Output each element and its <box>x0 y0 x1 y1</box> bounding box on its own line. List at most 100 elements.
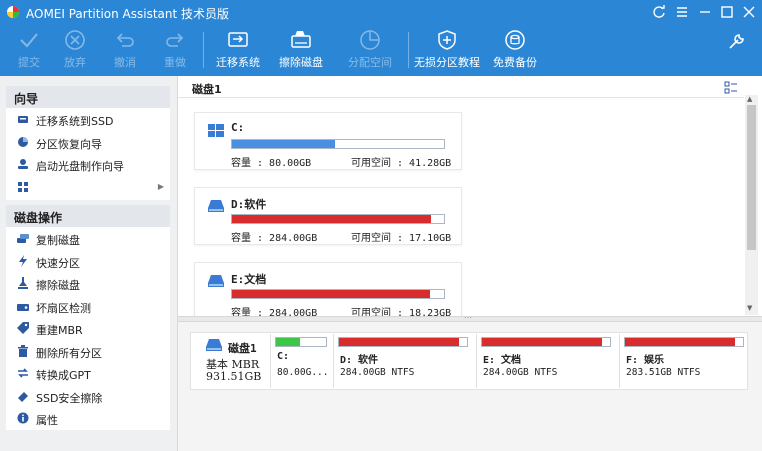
sidebar-item-copy-disk[interactable]: 复制磁盘 <box>6 227 170 250</box>
sidebar-item-bad-sector-check[interactable]: 坏扇区检测 <box>6 295 170 318</box>
backup-icon <box>505 30 525 50</box>
sidebar-item-convert-gpt[interactable]: 转换成GPT <box>6 362 170 385</box>
map-usage-bar <box>338 337 468 347</box>
partition-usage-fill <box>232 290 431 298</box>
migrate-os-button[interactable]: 迁移系统 <box>209 26 267 74</box>
disk-list-header: 磁盘1 <box>178 76 744 98</box>
sidebar-item-bootdisk[interactable]: 启动光盘制作向导 <box>6 153 170 176</box>
scrollbar-thumb[interactable] <box>747 105 756 250</box>
tag-icon <box>17 322 29 334</box>
drive-icon <box>208 275 224 287</box>
partition-name: D:软件 <box>231 198 267 211</box>
toolbar: 提交 放弃 撤消 重做 迁移系统 擦除磁盘 分配空间 无损分区教程 免费备份 <box>0 24 762 76</box>
ssd-migrate-icon <box>18 116 28 123</box>
partition-capacity: 容量 : 80.00GB <box>231 158 312 169</box>
map-partition-name: E: 文档 <box>483 355 522 366</box>
partition-card-e[interactable]: E:文档 容量 : 284.00GB 可用空间 : 18.23GB <box>194 262 462 320</box>
eraser-icon <box>18 391 28 402</box>
partition-usage-bar <box>231 214 445 224</box>
partition-capacity: 容量 : 284.00GB <box>231 233 318 244</box>
disk-list-scrollbar[interactable]: ▲ ▼ <box>745 95 758 315</box>
sidebar-item-delete-all-partitions[interactable]: 删除所有分区 <box>6 340 170 363</box>
partition-free-space: 可用空间 : 17.10GB <box>351 233 452 244</box>
drive-icon <box>206 339 222 351</box>
sidebar-item-wipe-disk[interactable]: 擦除磁盘 <box>6 272 170 295</box>
recover-icon <box>18 136 28 147</box>
partition-name: C: <box>231 121 245 134</box>
map-partition-info: 284.00GB NTFS <box>483 367 558 378</box>
lossless-tutorial-button[interactable]: 无损分区教程 <box>414 26 480 74</box>
map-partition-c[interactable]: C: 80.00G... <box>270 334 330 388</box>
map-partition-e[interactable]: E: 文档 284.00GB NTFS <box>476 334 615 388</box>
windows-icon <box>208 124 224 137</box>
toolbar-separator <box>408 32 409 68</box>
allocate-space-button[interactable]: 分配空间 <box>341 26 399 74</box>
sidebar-item-properties[interactable]: 属性 <box>6 407 170 430</box>
map-usage-bar <box>275 337 327 347</box>
check-icon <box>20 33 38 48</box>
scroll-down-icon[interactable]: ▼ <box>747 304 752 312</box>
migrate-disk-icon <box>228 32 248 47</box>
view-toggle-icon[interactable] <box>724 81 738 95</box>
maximize-icon[interactable] <box>718 3 736 21</box>
apps-grid-icon <box>18 181 28 192</box>
map-partition-name: C: <box>277 351 290 362</box>
disk-operations-section-title: 磁盘操作 <box>6 205 170 227</box>
bootdisk-icon <box>18 159 28 169</box>
partition-name: E:文档 <box>231 273 267 286</box>
wizard-section-title: 向导 <box>6 86 170 108</box>
sidebar-item-more-apps[interactable]: ▶ <box>6 176 170 199</box>
wizard-section: 迁移系统到SSD 分区恢复向导 启动光盘制作向导 ▶ <box>6 108 170 200</box>
cancel-icon <box>65 30 85 50</box>
redo-icon <box>166 33 184 47</box>
menu-icon[interactable] <box>673 3 691 21</box>
map-usage-bar <box>624 337 744 347</box>
sidebar-item-partition-recovery[interactable]: 分区恢复向导 <box>6 131 170 154</box>
partition-free-space: 可用空间 : 41.28GB <box>351 158 452 169</box>
map-partition-name: D: 软件 <box>340 355 379 366</box>
title-bar: AOMEI Partition Assistant 技术员版 <box>0 0 762 24</box>
disk-info[interactable]: 磁盘1 基本 MBR 931.51GB <box>196 336 268 388</box>
partition-card-d[interactable]: D:软件 容量 : 284.00GB 可用空间 : 17.10GB <box>194 187 462 245</box>
sidebar-item-rebuild-mbr[interactable]: 重建MBR <box>6 317 170 340</box>
minimize-icon[interactable] <box>696 3 714 21</box>
splitter-grip-icon: ⋯ <box>464 313 472 322</box>
bad-sector-icon <box>17 303 29 311</box>
shield-icon <box>438 30 456 50</box>
partition-usage-fill <box>232 215 432 223</box>
sidebar-item-migrate-ssd[interactable]: 迁移系统到SSD <box>6 108 170 131</box>
sidebar-item-ssd-secure-erase[interactable]: SSD安全擦除 <box>6 385 170 408</box>
partition-card-c[interactable]: C: 容量 : 80.00GB 可用空间 : 41.28GB <box>194 112 462 170</box>
disk-size: 931.51GB <box>206 370 262 383</box>
undo-icon <box>116 33 134 47</box>
wipe-disk-button[interactable]: 擦除磁盘 <box>272 26 330 74</box>
redo-button[interactable]: 重做 <box>146 26 204 74</box>
copy-disk-icon <box>17 234 29 243</box>
map-usage-fill <box>625 338 735 346</box>
free-backup-button[interactable]: 免费备份 <box>486 26 544 74</box>
tools-icon[interactable] <box>726 30 748 52</box>
sidebar-item-quick-partition[interactable]: 快速分区 <box>6 250 170 273</box>
scroll-up-icon[interactable]: ▲ <box>747 95 752 103</box>
pie-icon <box>360 30 380 50</box>
refresh-icon[interactable] <box>650 3 668 21</box>
window-title: AOMEI Partition Assistant 技术员版 <box>26 7 230 21</box>
map-partition-info: 284.00GB NTFS <box>340 367 415 378</box>
lightning-icon <box>19 254 27 267</box>
trash-icon <box>18 344 28 357</box>
partition-usage-bar <box>231 289 445 299</box>
map-partition-info: 283.51GB NTFS <box>626 367 701 378</box>
wipe-disk-icon <box>291 31 311 48</box>
map-usage-fill <box>276 338 301 346</box>
disk-name: 磁盘1 <box>228 342 257 355</box>
map-partition-f[interactable]: F: 娱乐 283.51GB NTFS <box>619 334 747 388</box>
partition-usage-bar <box>231 139 445 149</box>
toolbar-separator <box>203 32 204 68</box>
close-icon[interactable] <box>740 3 758 21</box>
map-partition-d[interactable]: D: 软件 284.00GB NTFS <box>333 334 472 388</box>
map-partition-info: 80.00G... <box>277 367 329 378</box>
map-usage-fill <box>339 338 460 346</box>
wipe-icon <box>18 277 28 289</box>
disk-operations-section: 复制磁盘 快速分区 擦除磁盘 坏扇区检测 重建MBR 删除所有分区 转换成GPT… <box>6 227 170 430</box>
map-partition-name: F: 娱乐 <box>626 355 665 366</box>
